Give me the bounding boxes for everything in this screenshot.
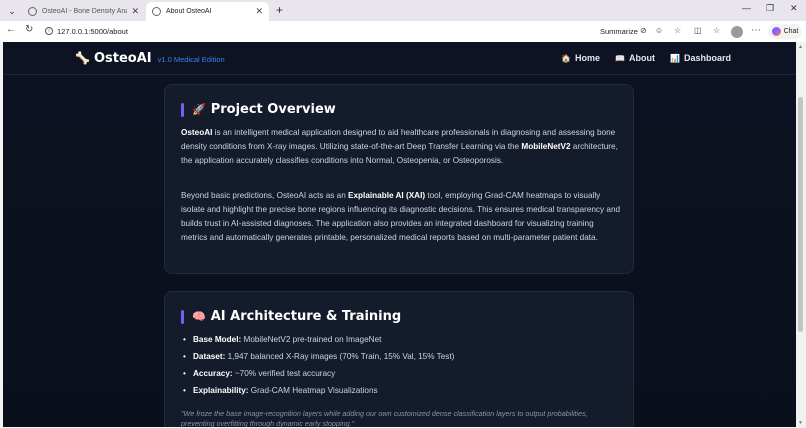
emoji-icon[interactable]: ☺ (655, 26, 663, 35)
item-label: Accuracy: (193, 369, 233, 378)
profile-avatar[interactable] (731, 26, 743, 38)
overview-paragraph-1: OsteoAI is an intelligent medical applic… (181, 126, 621, 168)
section-title: Project Overview (210, 102, 336, 117)
strong-text: OsteoAI (181, 128, 213, 137)
new-tab-icon[interactable]: + (276, 3, 283, 17)
address-bar[interactable]: i 127.0.0.1:5000/about (43, 24, 591, 39)
chart-icon: 📊 (670, 53, 680, 63)
close-window-icon[interactable]: ✕ (790, 3, 798, 14)
tab-about[interactable]: About OsteoAI ✕ (146, 2, 269, 21)
list-item: Base Model: MobileNetV2 pre-trained on I… (183, 335, 454, 352)
scroll-up-icon[interactable]: ▲ (798, 44, 803, 50)
close-icon[interactable]: ✕ (255, 6, 263, 17)
tab-bone-density[interactable]: OsteoAI - Bone Density Analysis ✕ (22, 2, 145, 21)
scrollbar[interactable]: ▲ ▼ (796, 42, 806, 428)
bone-icon: 🦴 (75, 51, 90, 65)
summarize-icon[interactable]: ⊘ (640, 26, 647, 35)
training-quote: "We froze the base image-recognition lay… (181, 409, 588, 427)
tab-title: OsteoAI - Bone Density Analysis (42, 8, 128, 15)
top-navbar: 🦴 OsteoAI v1.0 Medical Edition 🏠 Home 📖 … (3, 42, 796, 75)
item-value: 1,947 balanced X-Ray images (70% Train, … (225, 352, 455, 361)
page-viewport: 🦴 OsteoAI v1.0 Medical Edition 🏠 Home 📖 … (3, 42, 796, 427)
paragraph-text: Beyond basic predictions, OsteoAI acts a… (181, 191, 349, 200)
rocket-icon: 🚀 (192, 104, 206, 116)
item-value: MobileNetV2 pre-trained on ImageNet (241, 335, 382, 344)
item-label: Explainability: (193, 386, 249, 395)
favorites-icon[interactable]: ☆ (713, 26, 720, 35)
brain-icon: 🧠 (192, 311, 206, 323)
more-menu-icon[interactable]: ⋯ (751, 25, 761, 36)
list-item: Accuracy: ~70% verified test accuracy (183, 369, 454, 386)
item-label: Base Model: (193, 335, 242, 344)
scrollbar-thumb[interactable] (798, 97, 803, 332)
favorite-star-icon[interactable]: ☆ (674, 26, 681, 35)
edition-label: v1.0 Medical Edition (157, 55, 225, 64)
list-item: Dataset: 1,947 balanced X-Ray images (70… (183, 352, 455, 369)
home-icon: 🏠 (561, 53, 571, 63)
nav-link-label: About (628, 53, 655, 63)
tab-list-icon[interactable]: ⌄ (4, 3, 20, 19)
book-icon: 📖 (615, 53, 625, 63)
url-text: 127.0.0.1:5000/about (57, 27, 128, 36)
spec-list: Base Model: MobileNetV2 pre-trained on I… (183, 335, 455, 403)
globe-icon (152, 7, 161, 16)
architecture-card: 🧠 AI Architecture & Training Base Model:… (164, 291, 634, 427)
section-heading: 🚀 Project Overview (181, 102, 336, 117)
reload-icon[interactable]: ↻ (25, 24, 33, 35)
list-item: Explainability: Grad-CAM Heatmap Visuali… (183, 386, 454, 403)
strong-text: MobileNetV2 (521, 142, 571, 151)
project-overview-card: 🚀 Project Overview OsteoAI is an intelli… (164, 84, 634, 274)
split-screen-icon[interactable]: ◫ (694, 26, 702, 35)
restore-icon[interactable]: ❐ (766, 3, 774, 14)
summarize-button[interactable]: Summarize (600, 27, 638, 36)
globe-icon (28, 7, 37, 16)
nav-link-label: Home (574, 53, 600, 63)
item-label: Dataset: (193, 352, 226, 361)
back-icon[interactable]: ← (6, 24, 16, 35)
section-heading: 🧠 AI Architecture & Training (181, 309, 401, 324)
site-info-icon[interactable]: i (45, 27, 53, 35)
accent-bar (181, 102, 184, 117)
tab-title: About OsteoAI (166, 8, 212, 15)
nav-link-dashboard[interactable]: 📊 Dashboard (670, 53, 731, 63)
nav-link-home[interactable]: 🏠 Home (561, 53, 600, 63)
copilot-icon (771, 27, 781, 36)
nav-link-about[interactable]: 📖 About (615, 53, 655, 63)
overview-paragraph-2: Beyond basic predictions, OsteoAI acts a… (181, 189, 621, 245)
browser-toolbar: ← ↻ i 127.0.0.1:5000/about Summarize ⊘ ☺… (0, 21, 806, 42)
minimize-icon[interactable]: — (742, 3, 751, 13)
item-value: ~70% verified test accuracy (232, 369, 336, 378)
section-title: AI Architecture & Training (210, 309, 402, 324)
tab-bar: ⌄ OsteoAI - Bone Density Analysis ✕ Abou… (0, 0, 806, 21)
chat-label: Chat (783, 28, 799, 35)
strong-text: Explainable AI (XAI) (348, 191, 426, 200)
item-value: Grad-CAM Heatmap Visualizations (248, 386, 378, 395)
accent-bar (181, 309, 184, 324)
chat-button[interactable]: Chat (768, 24, 802, 39)
brand[interactable]: 🦴 OsteoAI v1.0 Medical Edition (75, 51, 225, 66)
brand-name: OsteoAI (93, 51, 152, 66)
close-icon[interactable]: ✕ (131, 6, 139, 17)
scroll-down-icon[interactable]: ▼ (798, 420, 803, 426)
nav-link-label: Dashboard (683, 53, 731, 63)
